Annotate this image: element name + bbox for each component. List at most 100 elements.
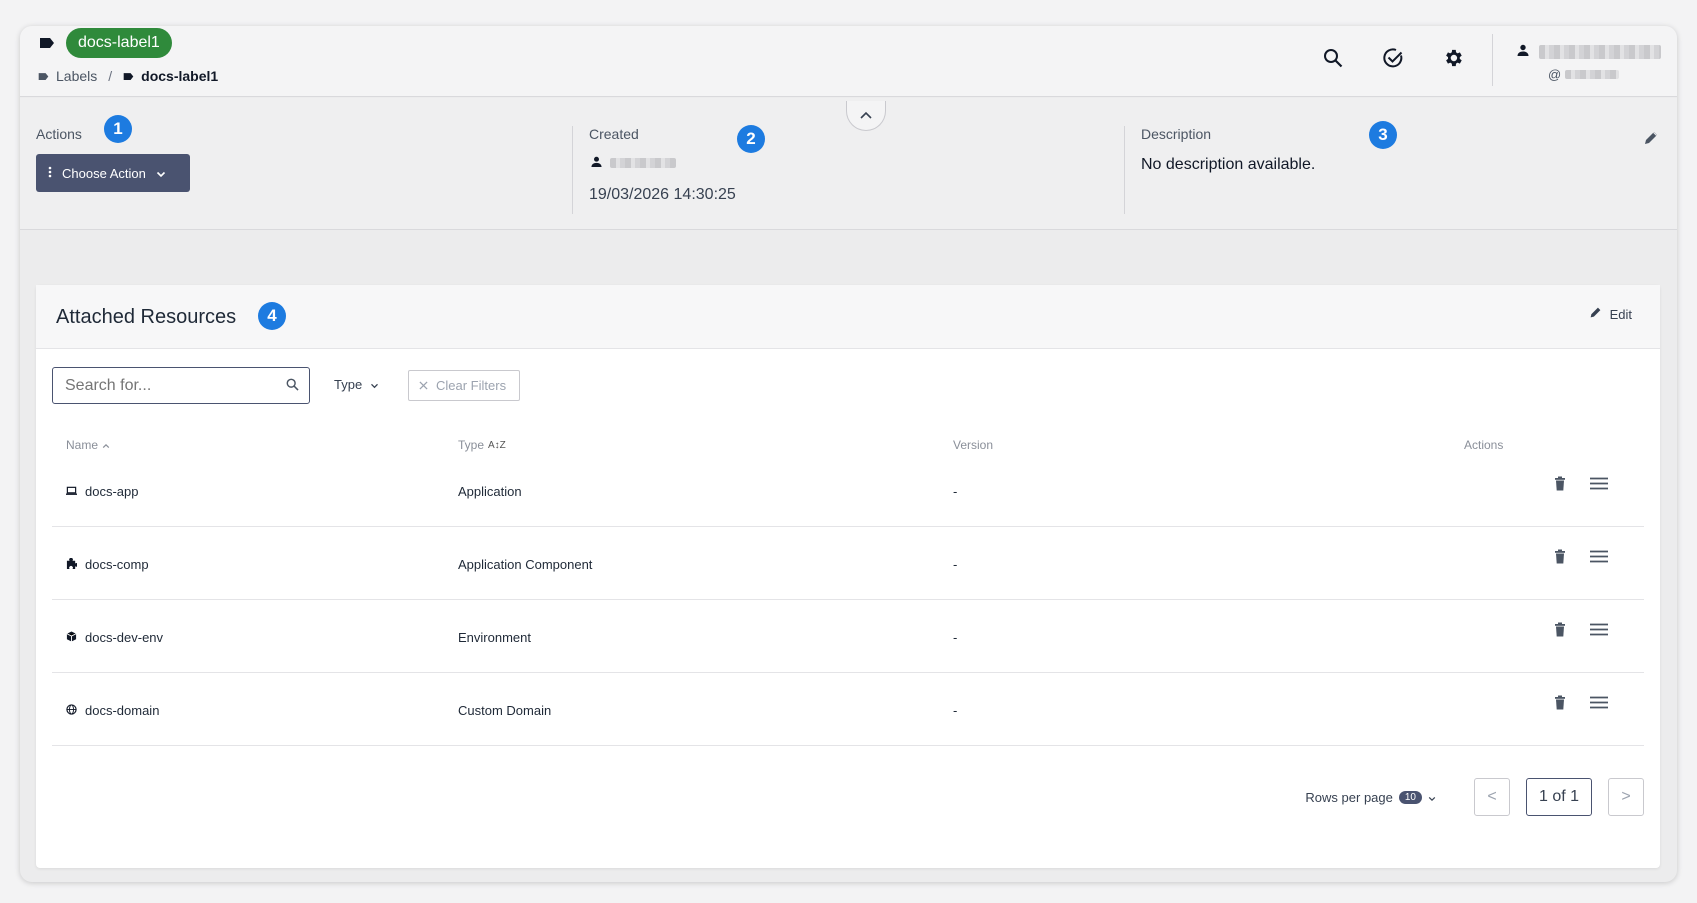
row-actions [1554,549,1608,569]
resource-name[interactable]: docs-comp [85,557,149,572]
rows-per-page-select[interactable]: Rows per page 10 [1305,790,1436,805]
user-name-row [1517,43,1661,61]
trash-icon[interactable] [1554,476,1566,496]
puzzle-icon [66,557,79,572]
table-row[interactable]: docs-domain Custom Domain - [52,673,1644,746]
description-section: Description 3 No description available. [1124,121,1677,214]
actions-section: Actions 1 Choose Action [36,98,572,229]
search-icon[interactable] [1321,46,1345,70]
card-title: Attached Resources [56,306,237,328]
cell-version: - [953,484,958,499]
created-timestamp: 19/03/2026 14:30:25 [589,186,736,203]
laptop-icon [66,484,77,499]
column-header-version: Version [953,438,993,452]
column-version-label: Version [953,438,994,452]
breadcrumb-separator: / [108,68,113,84]
close-icon [419,378,428,393]
edit-label: Edit [1609,306,1632,322]
check-circle-icon[interactable] [1381,46,1405,70]
clear-filters-label: Clear Filters [436,378,507,393]
column-type-label: Type [458,438,485,452]
attached-resources-card: Attached Resources 4 Edit Type [36,285,1660,868]
resource-name[interactable]: docs-dev-env [85,630,163,645]
pencil-icon[interactable] [1643,130,1663,150]
menu-icon[interactable] [1590,696,1608,714]
next-page-button[interactable]: > [1608,778,1644,816]
menu-icon[interactable] [1590,550,1608,568]
description-text: No description available. [1141,156,1316,173]
actions-label: Actions [36,126,82,142]
cell-name: docs-comp [66,557,149,572]
column-header-type[interactable]: Type A↕Z [458,438,506,452]
pagination: Rows per page 10 < 1 of 1 > [1305,778,1644,816]
annotation-badge-4: 4 [258,302,286,330]
menu-icon[interactable] [1590,477,1608,495]
choose-action-button[interactable]: Choose Action [36,154,190,192]
column-header-actions: Actions [1464,438,1503,452]
cell-version: - [953,557,958,572]
sort-asc-icon [102,438,110,452]
trash-icon[interactable] [1554,622,1566,642]
menu-icon[interactable] [1590,623,1608,641]
table-row[interactable]: docs-app Application - [52,454,1644,527]
rows-per-page-label: Rows per page [1305,789,1393,805]
clear-filters-button[interactable]: Clear Filters [408,370,520,401]
type-filter-dropdown[interactable]: Type [334,377,379,392]
tag-icon [38,34,56,52]
globe-icon [66,703,77,718]
cell-version: - [953,630,958,645]
row-actions [1554,476,1608,496]
created-by [591,154,676,172]
breadcrumb-labels-link[interactable]: Labels [56,68,97,84]
prev-page-button[interactable]: < [1474,778,1510,816]
row-actions [1554,622,1608,642]
gear-icon[interactable] [1441,46,1465,70]
row-actions [1554,695,1608,715]
cell-type: Custom Domain [458,703,552,718]
search-icon [286,378,299,396]
cell-type: Environment [458,630,531,645]
cell-version: - [953,703,958,718]
cell-name: docs-domain [66,703,159,718]
user-menu[interactable]: @ [1492,34,1677,86]
user-icon [591,154,602,172]
created-section: Created 2 19/03/2026 14:30:25 [572,125,1124,214]
tag-icon [38,68,49,84]
creator-name-redacted [610,158,676,168]
page-header: docs-label1 Labels / docs-label1 @ [20,26,1677,97]
sort-az-icon: A↕Z [488,439,506,451]
cell-name: docs-app [66,484,138,499]
pencil-icon [1589,306,1602,322]
cube-icon [66,630,77,645]
chevron-down-icon [156,166,166,181]
table-row[interactable]: docs-dev-env Environment - [52,600,1644,673]
resource-name[interactable]: docs-domain [85,703,159,718]
rows-per-page-value: 10 [1398,790,1422,804]
column-actions-label: Actions [1464,438,1504,452]
cell-type: Application Component [458,557,593,572]
tag-icon [123,68,134,84]
trash-icon[interactable] [1554,549,1566,569]
chevron-down-icon [370,377,379,392]
resource-name[interactable]: docs-app [85,484,138,499]
title-row: docs-label1 [38,28,172,58]
trash-icon[interactable] [1554,695,1566,715]
column-header-name[interactable]: Name [66,438,110,452]
kebab-icon [48,166,52,181]
cell-type: Application [458,484,522,499]
app-window: docs-label1 Labels / docs-label1 @ Actio… [20,26,1677,882]
search-field[interactable] [52,367,310,404]
card-header: Attached Resources 4 Edit [36,285,1660,349]
search-input[interactable] [53,368,273,403]
annotation-badge-2: 2 [737,125,765,153]
user-icon [1517,43,1529,61]
edit-resources-button[interactable]: Edit [1589,306,1632,322]
breadcrumb-current: docs-label1 [141,68,219,84]
user-handle-at: @ [1548,67,1562,82]
choose-action-label: Choose Action [62,165,146,181]
annotation-badge-3: 3 [1369,121,1397,149]
user-handle-row: @ [1548,67,1620,82]
table-row[interactable]: docs-comp Application Component - [52,527,1644,600]
description-label: Description [1141,126,1212,142]
header-actions [1321,46,1465,70]
